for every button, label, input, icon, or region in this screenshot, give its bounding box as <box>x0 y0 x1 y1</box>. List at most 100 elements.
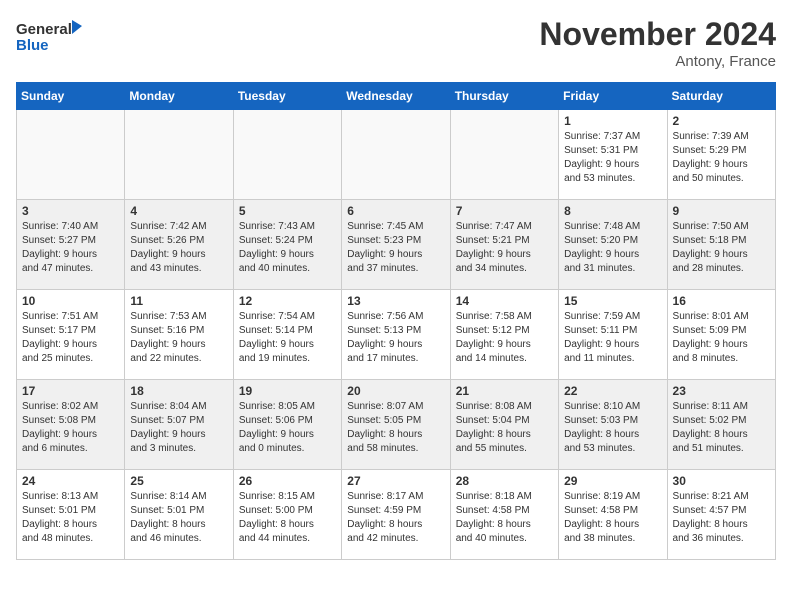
day-number: 5 <box>239 204 336 218</box>
day-info: Sunrise: 7:51 AM Sunset: 5:17 PM Dayligh… <box>22 310 119 366</box>
calendar-cell: 2 Sunrise: 7:39 AM Sunset: 5:29 PM Daylig… <box>667 110 775 200</box>
calendar-cell: 15 Sunrise: 7:59 AM Sunset: 5:11 PM Dayli… <box>559 290 667 380</box>
day-info: Sunrise: 7:48 AM Sunset: 5:20 PM Dayligh… <box>564 220 661 276</box>
day-number: 21 <box>456 384 553 398</box>
day-number: 10 <box>22 294 119 308</box>
day-number: 3 <box>22 204 119 218</box>
calendar-cell: 6 Sunrise: 7:45 AM Sunset: 5:23 PM Daylig… <box>342 200 450 290</box>
calendar-cell: 9 Sunrise: 7:50 AM Sunset: 5:18 PM Daylig… <box>667 200 775 290</box>
calendar-cell: 5 Sunrise: 7:43 AM Sunset: 5:24 PM Daylig… <box>233 200 341 290</box>
calendar-cell: 29Sunrise: 8:19 AM Sunset: 4:58 PM Dayli… <box>559 470 667 560</box>
logo: General Blue <box>16 16 86 60</box>
day-number: 20 <box>347 384 444 398</box>
calendar-cell: 21 Sunrise: 8:08 AM Sunset: 5:04 PM Dayli… <box>450 380 558 470</box>
calendar-week-row: 10 Sunrise: 7:51 AM Sunset: 5:17 PM Dayli… <box>17 290 776 380</box>
day-number: 6 <box>347 204 444 218</box>
day-info: Sunrise: 7:37 AM Sunset: 5:31 PM Dayligh… <box>564 130 661 186</box>
calendar-cell: 27 Sunrise: 8:17 AM Sunset: 4:59 PM Dayli… <box>342 470 450 560</box>
page-header: General Blue November 2024 Antony, Franc… <box>16 16 776 70</box>
day-number: 26 <box>239 474 336 488</box>
day-info: Sunrise: 7:53 AM Sunset: 5:16 PM Dayligh… <box>130 310 227 366</box>
day-info: Sunrise: 7:40 AM Sunset: 5:27 PM Dayligh… <box>22 220 119 276</box>
weekday-header-row: SundayMondayTuesdayWednesdayThursdayFrid… <box>17 83 776 110</box>
day-number: 1 <box>564 114 661 128</box>
day-info: Sunrise: 8:15 AM Sunset: 5:00 PM Dayligh… <box>239 490 336 546</box>
day-number: 2 <box>673 114 770 128</box>
calendar-cell: 24Sunrise: 8:13 AM Sunset: 5:01 PM Dayli… <box>17 470 125 560</box>
calendar-cell <box>17 110 125 200</box>
calendar-week-row: 17 Sunrise: 8:02 AM Sunset: 5:08 PM Dayli… <box>17 380 776 470</box>
calendar-cell <box>233 110 341 200</box>
calendar-cell: 7 Sunrise: 7:47 AM Sunset: 5:21 PM Daylig… <box>450 200 558 290</box>
calendar-cell: 23 Sunrise: 8:11 AM Sunset: 5:02 PM Dayli… <box>667 380 775 470</box>
calendar-week-row: 1 Sunrise: 7:37 AM Sunset: 5:31 PM Daylig… <box>17 110 776 200</box>
day-info: Sunrise: 7:39 AM Sunset: 5:29 PM Dayligh… <box>673 130 770 186</box>
day-info: Sunrise: 7:59 AM Sunset: 5:11 PM Dayligh… <box>564 310 661 366</box>
weekday-header: Friday <box>559 83 667 110</box>
weekday-header: Tuesday <box>233 83 341 110</box>
day-number: 11 <box>130 294 227 308</box>
day-info: Sunrise: 7:47 AM Sunset: 5:21 PM Dayligh… <box>456 220 553 276</box>
day-number: 18 <box>130 384 227 398</box>
day-info: Sunrise: 7:45 AM Sunset: 5:23 PM Dayligh… <box>347 220 444 276</box>
weekday-header: Monday <box>125 83 233 110</box>
day-number: 8 <box>564 204 661 218</box>
calendar-week-row: 3 Sunrise: 7:40 AM Sunset: 5:27 PM Daylig… <box>17 200 776 290</box>
day-number: 28 <box>456 474 553 488</box>
calendar-cell: 1 Sunrise: 7:37 AM Sunset: 5:31 PM Daylig… <box>559 110 667 200</box>
day-info: Sunrise: 8:21 AM Sunset: 4:57 PM Dayligh… <box>673 490 770 546</box>
day-info: Sunrise: 8:18 AM Sunset: 4:58 PM Dayligh… <box>456 490 553 546</box>
day-info: Sunrise: 7:54 AM Sunset: 5:14 PM Dayligh… <box>239 310 336 366</box>
calendar-cell: 22Sunrise: 8:10 AM Sunset: 5:03 PM Dayli… <box>559 380 667 470</box>
calendar-cell: 17 Sunrise: 8:02 AM Sunset: 5:08 PM Dayli… <box>17 380 125 470</box>
calendar-cell <box>125 110 233 200</box>
svg-text:General: General <box>16 21 72 38</box>
day-info: Sunrise: 8:04 AM Sunset: 5:07 PM Dayligh… <box>130 400 227 456</box>
calendar-cell: 28 Sunrise: 8:18 AM Sunset: 4:58 PM Dayli… <box>450 470 558 560</box>
day-info: Sunrise: 8:07 AM Sunset: 5:05 PM Dayligh… <box>347 400 444 456</box>
day-number: 17 <box>22 384 119 398</box>
day-number: 16 <box>673 294 770 308</box>
day-info: Sunrise: 7:43 AM Sunset: 5:24 PM Dayligh… <box>239 220 336 276</box>
weekday-header: Thursday <box>450 83 558 110</box>
day-number: 30 <box>673 474 770 488</box>
calendar-cell: 18 Sunrise: 8:04 AM Sunset: 5:07 PM Dayli… <box>125 380 233 470</box>
day-number: 15 <box>564 294 661 308</box>
calendar-cell: 10 Sunrise: 7:51 AM Sunset: 5:17 PM Dayli… <box>17 290 125 380</box>
day-info: Sunrise: 8:08 AM Sunset: 5:04 PM Dayligh… <box>456 400 553 456</box>
weekday-header: Sunday <box>17 83 125 110</box>
day-info: Sunrise: 7:50 AM Sunset: 5:18 PM Dayligh… <box>673 220 770 276</box>
day-number: 9 <box>673 204 770 218</box>
day-number: 24 <box>22 474 119 488</box>
svg-text:Blue: Blue <box>16 37 49 54</box>
calendar-cell: 20 Sunrise: 8:07 AM Sunset: 5:05 PM Dayli… <box>342 380 450 470</box>
day-number: 27 <box>347 474 444 488</box>
day-number: 12 <box>239 294 336 308</box>
day-info: Sunrise: 7:56 AM Sunset: 5:13 PM Dayligh… <box>347 310 444 366</box>
weekday-header: Saturday <box>667 83 775 110</box>
calendar-cell <box>342 110 450 200</box>
day-number: 25 <box>130 474 227 488</box>
weekday-header: Wednesday <box>342 83 450 110</box>
calendar-cell: 3 Sunrise: 7:40 AM Sunset: 5:27 PM Daylig… <box>17 200 125 290</box>
day-info: Sunrise: 8:17 AM Sunset: 4:59 PM Dayligh… <box>347 490 444 546</box>
calendar-cell: 4Sunrise: 7:42 AM Sunset: 5:26 PM Daylig… <box>125 200 233 290</box>
day-info: Sunrise: 8:02 AM Sunset: 5:08 PM Dayligh… <box>22 400 119 456</box>
title-block: November 2024 Antony, France <box>539 16 776 70</box>
calendar-cell: 30 Sunrise: 8:21 AM Sunset: 4:57 PM Dayli… <box>667 470 775 560</box>
calendar-cell: 25 Sunrise: 8:14 AM Sunset: 5:01 PM Dayli… <box>125 470 233 560</box>
day-number: 29 <box>564 474 661 488</box>
day-number: 7 <box>456 204 553 218</box>
day-number: 14 <box>456 294 553 308</box>
day-info: Sunrise: 7:58 AM Sunset: 5:12 PM Dayligh… <box>456 310 553 366</box>
day-info: Sunrise: 8:11 AM Sunset: 5:02 PM Dayligh… <box>673 400 770 456</box>
calendar-cell: 11 Sunrise: 7:53 AM Sunset: 5:16 PM Dayli… <box>125 290 233 380</box>
calendar-table: SundayMondayTuesdayWednesdayThursdayFrid… <box>16 82 776 560</box>
calendar-week-row: 24Sunrise: 8:13 AM Sunset: 5:01 PM Dayli… <box>17 470 776 560</box>
calendar-cell: 13Sunrise: 7:56 AM Sunset: 5:13 PM Dayli… <box>342 290 450 380</box>
day-number: 19 <box>239 384 336 398</box>
day-info: Sunrise: 8:14 AM Sunset: 5:01 PM Dayligh… <box>130 490 227 546</box>
logo-svg: General Blue <box>16 16 86 60</box>
day-number: 23 <box>673 384 770 398</box>
day-number: 22 <box>564 384 661 398</box>
